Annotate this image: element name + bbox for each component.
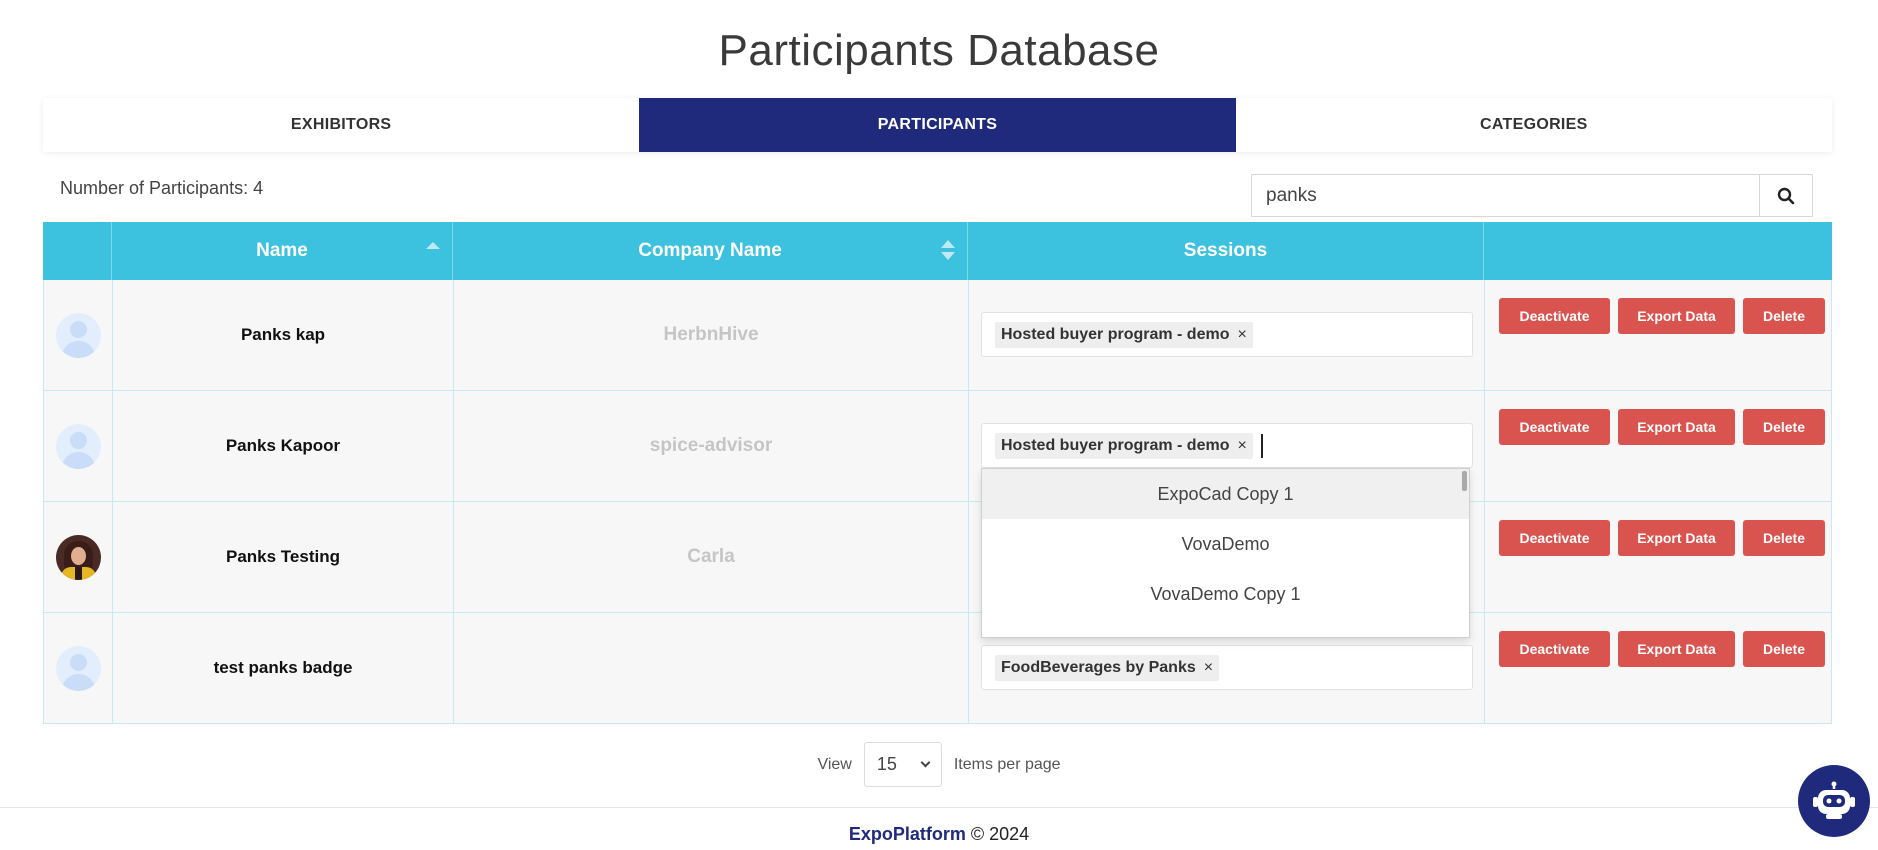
delete-button[interactable]: Delete: [1743, 631, 1825, 667]
actions-cell: Deactivate Export Data Delete: [1484, 391, 1832, 501]
tab-participants[interactable]: PARTICIPANTS: [639, 98, 1236, 152]
export-data-button[interactable]: Export Data: [1618, 409, 1735, 445]
search-icon: [1777, 187, 1795, 204]
dropdown-option[interactable]: VovaDemo Copy 1: [982, 569, 1469, 619]
session-chip: Hosted buyer program - demo ×: [995, 432, 1253, 459]
delete-button[interactable]: Delete: [1743, 298, 1825, 334]
participants-count: Number of Participants: 4: [60, 178, 264, 198]
table-row: Panks Kapoor spice-advisor Hosted buyer …: [43, 391, 1832, 502]
sessions-select[interactable]: Hosted buyer program - demo ×: [981, 423, 1473, 468]
text-cursor: [1260, 433, 1263, 458]
dropdown-option[interactable]: ExpoCad Copy 1: [982, 469, 1469, 519]
participant-name: Panks Kapoor: [225, 436, 341, 455]
dropdown-option[interactable]: VovaDemo: [982, 519, 1469, 569]
avatar-cell: [43, 502, 112, 612]
table-header: Name Company Name Sessions: [43, 222, 1832, 280]
company-name: HerbnHive: [663, 324, 759, 345]
export-data-button[interactable]: Export Data: [1618, 520, 1735, 556]
sort-asc-icon[interactable]: [426, 242, 440, 249]
chevron-down-icon: [920, 757, 931, 768]
deactivate-button[interactable]: Deactivate: [1499, 409, 1610, 445]
avatar-cell: [43, 613, 112, 723]
footer-copyright: © 2024: [970, 824, 1030, 844]
robot-icon: [1813, 781, 1855, 819]
items-per-page-value: 15: [876, 754, 897, 774]
table-row: test panks badge Food‍Beverages by Panks…: [43, 613, 1832, 724]
header-sessions: Sessions: [968, 222, 1484, 280]
participant-name: Panks kap: [240, 325, 326, 344]
avatar-placeholder-icon: [55, 423, 101, 469]
deactivate-button[interactable]: Deactivate: [1499, 631, 1610, 667]
tab-bar: EXHIBITORS PARTICIPANTS CATEGORIES: [43, 98, 1832, 152]
name-cell: test panks badge: [112, 613, 453, 723]
header-company[interactable]: Company Name: [453, 222, 968, 280]
company-cell: [453, 613, 968, 723]
avatar-cell: [43, 391, 112, 501]
name-cell: Panks Kapoor: [112, 391, 453, 501]
search-input[interactable]: [1251, 174, 1759, 217]
session-chip: Hosted buyer program - demo ×: [995, 321, 1253, 348]
actions-cell: Deactivate Export Data Delete: [1484, 613, 1832, 723]
header-actions: [1484, 222, 1832, 280]
session-chip-label: Hosted buyer program - demo: [1001, 436, 1230, 454]
delete-button[interactable]: Delete: [1743, 409, 1825, 445]
company-cell: spice-advisor: [453, 391, 968, 501]
delete-button[interactable]: Delete: [1743, 520, 1825, 556]
remove-chip-icon[interactable]: ×: [1204, 659, 1213, 677]
avatar-placeholder-icon: [55, 645, 101, 691]
actions-cell: Deactivate Export Data Delete: [1484, 280, 1832, 390]
sessions-cell: Hosted buyer program - demo ×: [968, 280, 1484, 390]
avatar-placeholder-icon: [55, 312, 101, 358]
tab-exhibitors[interactable]: EXHIBITORS: [43, 98, 639, 152]
pagination: View 15 Items per page: [0, 742, 1878, 787]
table-row: Panks kap HerbnHive Hosted buyer program…: [43, 280, 1832, 391]
deactivate-button[interactable]: Deactivate: [1499, 520, 1610, 556]
sessions-select[interactable]: Hosted buyer program - demo ×: [981, 312, 1473, 357]
sessions-select[interactable]: Food‍Beverages by Panks ×: [981, 645, 1473, 690]
participant-name: Panks Testing: [226, 547, 340, 566]
footer-brand: ExpoPlatform: [848, 824, 966, 844]
remove-chip-icon[interactable]: ×: [1237, 437, 1246, 455]
search-bar: [1251, 174, 1813, 217]
company-name: Carla: [687, 546, 735, 567]
sort-icon[interactable]: [941, 240, 955, 262]
actions-cell: Deactivate Export Data Delete: [1484, 502, 1832, 612]
session-chip-label: Hosted buyer program - demo: [1001, 325, 1230, 343]
remove-chip-icon[interactable]: ×: [1237, 326, 1246, 344]
participant-name: test panks badge: [213, 658, 353, 677]
page-title: Participants Database: [718, 26, 1160, 75]
table-row: Panks Testing Carla Deactivate Export Da…: [43, 502, 1832, 613]
deactivate-button[interactable]: Deactivate: [1499, 298, 1610, 334]
header-name-label: Name: [256, 240, 308, 261]
sessions-dropdown: ExpoCad Copy 1 VovaDemo VovaDemo Copy 1: [981, 468, 1470, 638]
footer: ExpoPlatform © 2024: [0, 824, 1878, 845]
export-data-button[interactable]: Export Data: [1618, 298, 1735, 334]
company-cell: HerbnHive: [453, 280, 968, 390]
company-cell: Carla: [453, 502, 968, 612]
tab-categories[interactable]: CATEGORIES: [1236, 98, 1832, 152]
company-name: spice-advisor: [649, 435, 773, 456]
items-per-page-label: Items per page: [953, 755, 1061, 773]
export-data-button[interactable]: Export Data: [1618, 631, 1735, 667]
header-company-label: Company Name: [638, 240, 782, 261]
avatar-cell: [43, 280, 112, 390]
search-button[interactable]: [1759, 174, 1813, 217]
name-cell: Panks kap: [112, 280, 453, 390]
session-chip: Food‍Beverages by Panks ×: [995, 654, 1220, 681]
participants-table: Name Company Name Sessions Panks kap Her…: [43, 222, 1832, 724]
chatbot-button[interactable]: [1798, 765, 1870, 837]
footer-divider: [0, 807, 1878, 808]
session-chip-label: Food‍Beverages by Panks: [1001, 658, 1196, 676]
name-cell: Panks Testing: [112, 502, 453, 612]
view-label: View: [817, 755, 852, 773]
avatar-photo: [55, 534, 101, 580]
header-name[interactable]: Name: [112, 222, 453, 280]
items-per-page-select[interactable]: 15: [863, 742, 942, 787]
dropdown-scrollbar[interactable]: [1462, 471, 1467, 491]
header-avatar: [43, 222, 112, 280]
